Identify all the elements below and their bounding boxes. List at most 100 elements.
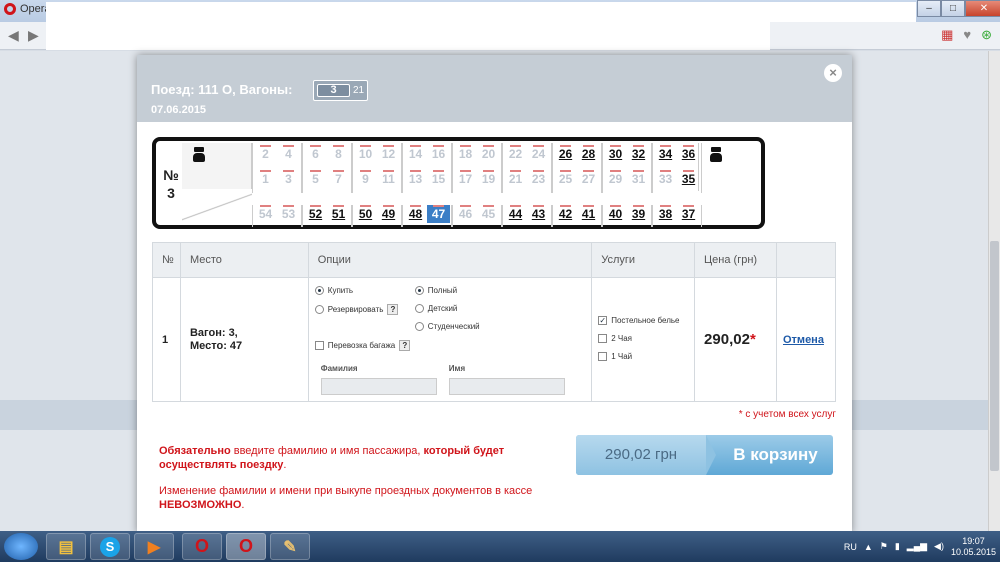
opera-menu-button[interactable]: Opera bbox=[4, 3, 51, 15]
window-close-button[interactable]: ✕ bbox=[965, 0, 1000, 17]
seat-51[interactable]: 51 bbox=[327, 205, 350, 223]
forward-arrow-icon[interactable]: ▶ bbox=[28, 27, 39, 44]
checkbox-luggage[interactable] bbox=[314, 341, 324, 350]
seat-32[interactable]: 32 bbox=[627, 145, 650, 163]
seat-30[interactable]: 30 bbox=[604, 145, 627, 163]
seat-43[interactable]: 43 bbox=[527, 205, 550, 223]
flag-icon[interactable]: ⚑ bbox=[880, 541, 888, 552]
seat-28[interactable]: 28 bbox=[577, 145, 600, 163]
price-value: 290,02 bbox=[704, 331, 750, 348]
network-icon[interactable]: ▂▄▆ bbox=[907, 541, 927, 552]
skype-taskbar-button[interactable]: S bbox=[90, 533, 130, 560]
option-luggage[interactable]: Перевозка багажа? bbox=[314, 340, 411, 351]
seat-24: 24 bbox=[527, 145, 550, 163]
radio-full[interactable] bbox=[414, 286, 424, 295]
row-price: 290,02* bbox=[694, 277, 777, 402]
seat-26[interactable]: 26 bbox=[554, 145, 577, 163]
maximize-button[interactable]: □ bbox=[941, 0, 965, 17]
radio-reserve[interactable] bbox=[314, 305, 324, 314]
clock-date: 10.05.2015 bbox=[950, 546, 996, 557]
seat-49[interactable]: 49 bbox=[377, 205, 400, 223]
language-indicator[interactable]: RU bbox=[844, 542, 857, 552]
tray-expand-icon[interactable]: ▲ bbox=[864, 542, 873, 552]
seat-17: 17 bbox=[454, 170, 477, 188]
seat-37[interactable]: 37 bbox=[677, 205, 700, 223]
page-scrollbar[interactable] bbox=[988, 51, 1000, 531]
clock[interactable]: 19:07 10.05.2015 bbox=[951, 536, 996, 558]
option-reserve[interactable]: Резервировать? bbox=[314, 304, 399, 315]
paint-taskbar-button[interactable]: ✎ bbox=[270, 533, 310, 560]
col-header-services: Услуги bbox=[591, 242, 696, 278]
service-tea-1[interactable]: 1 Чай bbox=[598, 352, 632, 361]
checkbox-linen[interactable]: ✓ bbox=[598, 316, 608, 325]
seat-48[interactable]: 48 bbox=[404, 205, 427, 223]
option-student[interactable]: Студенческий bbox=[414, 322, 480, 331]
seat-44[interactable]: 44 bbox=[504, 205, 527, 223]
seat-47[interactable]: 47 bbox=[427, 205, 450, 223]
seat-10: 10 bbox=[354, 145, 377, 163]
media-player-taskbar-button[interactable]: ▶ bbox=[134, 533, 174, 560]
seat-53: 53 bbox=[277, 205, 300, 223]
ticket-modal: Поезд: 111 О, Вагоны: 3 21 07.06.2015 × … bbox=[137, 55, 852, 533]
passenger-name-warning: Обязательно введите фамилию и имя пассаж… bbox=[159, 444, 549, 472]
warning-bold-1: Обязательно bbox=[159, 445, 231, 457]
option-child[interactable]: Детский bbox=[414, 304, 457, 313]
seat-45: 45 bbox=[477, 205, 500, 223]
add-to-cart-button[interactable]: 290,02 грн В корзину bbox=[576, 435, 833, 475]
start-button[interactable] bbox=[4, 533, 38, 560]
minimize-button[interactable]: – bbox=[917, 0, 941, 17]
surname-input[interactable] bbox=[320, 378, 437, 395]
checkbox-tea-1[interactable] bbox=[598, 352, 608, 361]
radio-child[interactable] bbox=[414, 304, 424, 313]
volume-icon[interactable]: ◀) bbox=[934, 541, 944, 552]
car-corridor-slope bbox=[182, 193, 252, 221]
seat-39[interactable]: 39 bbox=[627, 205, 650, 223]
train-title: Поезд: 111 О, Вагоны: bbox=[151, 82, 293, 97]
wagon-other-tab[interactable]: 21 bbox=[353, 85, 364, 96]
col-header-actions bbox=[775, 242, 837, 278]
seat-38[interactable]: 38 bbox=[654, 205, 677, 223]
row-services: ✓ Постельное белье 2 Чая 1 Чай bbox=[591, 277, 696, 402]
opera-logo-icon bbox=[4, 3, 16, 15]
seat-42[interactable]: 42 bbox=[554, 205, 577, 223]
modal-close-button[interactable]: × bbox=[824, 64, 842, 82]
seat-27: 27 bbox=[577, 170, 600, 188]
help-icon[interactable]: ? bbox=[387, 304, 399, 315]
wagon-current-tab[interactable]: 3 bbox=[317, 84, 350, 97]
seat-4: 4 bbox=[277, 145, 300, 163]
speed-dial-icon[interactable]: ▦ bbox=[941, 27, 953, 43]
table-row: 1 Вагон: 3, Место: 47 Купить Резервирова… bbox=[152, 277, 837, 402]
option-buy[interactable]: Купить bbox=[314, 286, 353, 295]
opera-taskbar-button-2[interactable]: O bbox=[226, 533, 266, 560]
surname-label: Фамилия bbox=[320, 364, 358, 373]
seat-40[interactable]: 40 bbox=[604, 205, 627, 223]
seat-34[interactable]: 34 bbox=[654, 145, 677, 163]
radio-buy[interactable] bbox=[314, 286, 324, 295]
radio-student[interactable] bbox=[414, 322, 424, 331]
cancel-link[interactable]: Отмена bbox=[783, 334, 824, 346]
service-tea-2[interactable]: 2 Чая bbox=[598, 334, 632, 343]
toilet-icon bbox=[709, 147, 723, 163]
seat-52[interactable]: 52 bbox=[304, 205, 327, 223]
address-bar[interactable] bbox=[46, 22, 770, 50]
seat-35[interactable]: 35 bbox=[677, 170, 700, 188]
cart-arrow-icon bbox=[706, 435, 716, 475]
option-full[interactable]: Полный bbox=[414, 286, 457, 295]
power-icon[interactable]: ▮ bbox=[895, 541, 900, 552]
back-arrow-icon[interactable]: ◀ bbox=[8, 27, 19, 44]
clock-time: 19:07 bbox=[962, 535, 985, 546]
opera-taskbar-button-1[interactable]: O bbox=[182, 533, 222, 560]
checkbox-tea-2[interactable] bbox=[598, 334, 608, 343]
service-linen[interactable]: ✓ Постельное белье bbox=[598, 316, 680, 325]
scrollbar-thumb[interactable] bbox=[990, 241, 999, 471]
col-header-place: Место bbox=[179, 242, 309, 278]
help-icon[interactable]: ? bbox=[399, 340, 411, 351]
warning-text-1: введите фамилию и имя пассажира, bbox=[230, 445, 424, 457]
name-input[interactable] bbox=[448, 378, 565, 395]
seat-41[interactable]: 41 bbox=[577, 205, 600, 223]
seat-36[interactable]: 36 bbox=[677, 145, 700, 163]
seat-50[interactable]: 50 bbox=[354, 205, 377, 223]
download-icon[interactable]: ⊛ bbox=[981, 27, 992, 43]
heart-icon[interactable]: ♥ bbox=[963, 27, 971, 43]
explorer-taskbar-button[interactable]: ▤ bbox=[46, 533, 86, 560]
